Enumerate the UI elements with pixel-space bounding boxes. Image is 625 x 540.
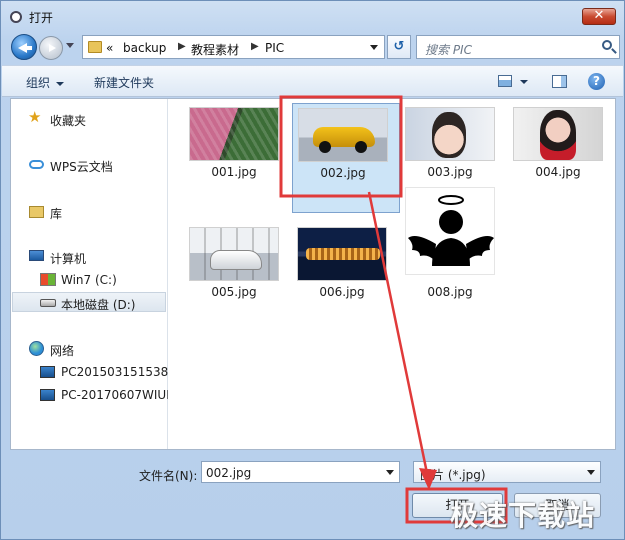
image-thumbnail bbox=[405, 187, 495, 275]
file-item[interactable]: 001.jpg bbox=[184, 103, 292, 213]
computer-icon bbox=[29, 250, 44, 261]
chevron-down-icon[interactable] bbox=[386, 470, 394, 475]
sidebar-item-drive-c[interactable]: Win7 (C:) bbox=[39, 270, 164, 290]
file-item[interactable]: 005.jpg bbox=[184, 223, 292, 333]
library-icon bbox=[29, 206, 44, 218]
image-thumbnail bbox=[189, 227, 279, 281]
sidebar-item-wps-cloud[interactable]: WPS云文档 bbox=[28, 155, 158, 175]
network-computer-icon bbox=[40, 366, 55, 378]
car-image bbox=[313, 127, 375, 153]
portrait-image bbox=[432, 112, 466, 158]
filename-value: 002.jpg bbox=[206, 466, 252, 480]
help-icon[interactable]: ? bbox=[588, 73, 605, 90]
recent-locations-dropdown-icon[interactable] bbox=[66, 43, 74, 48]
chevron-down-icon[interactable] bbox=[587, 470, 595, 475]
file-item[interactable]: 002.jpg bbox=[292, 103, 400, 213]
breadcrumb-pic[interactable]: PIC bbox=[265, 41, 284, 55]
search-input[interactable]: 搜索 PIC bbox=[416, 35, 620, 59]
sidebar-item-network-host[interactable]: PC201503151538 bbox=[39, 362, 168, 382]
sidebar-item-network-host[interactable]: PC-20170607WIUN bbox=[39, 385, 168, 405]
sidebar-item-computer[interactable]: 计算机 bbox=[28, 247, 158, 267]
breadcrumb-separator-icon[interactable]: ▶ bbox=[251, 41, 259, 52]
sidebar-item-favorites[interactable]: ★ 收藏夹 bbox=[28, 109, 158, 129]
file-name: 008.jpg bbox=[427, 285, 473, 299]
search-icon[interactable] bbox=[602, 40, 612, 50]
file-item[interactable]: 008.jpg bbox=[400, 183, 508, 299]
folder-icon bbox=[88, 41, 102, 53]
portrait-image bbox=[540, 110, 576, 160]
angel-icon bbox=[408, 195, 494, 266]
file-item[interactable]: 004.jpg bbox=[508, 103, 616, 213]
new-folder-button[interactable]: 新建文件夹 bbox=[94, 74, 154, 91]
breadcrumb-backup[interactable]: backup bbox=[123, 41, 166, 55]
cloud-icon bbox=[29, 160, 44, 169]
browser-area: ★ 收藏夹 WPS云文档 库 计算机 Win7 (C:) 本地磁盘 (D:) 网… bbox=[10, 98, 616, 450]
caret-down-icon bbox=[56, 81, 65, 86]
image-thumbnail bbox=[513, 107, 603, 161]
image-thumbnail bbox=[298, 108, 388, 162]
image-thumbnail bbox=[189, 107, 279, 161]
file-name: 002.jpg bbox=[320, 166, 366, 180]
chevron-down-icon[interactable] bbox=[370, 45, 378, 50]
breadcrumb-tutorial[interactable]: 教程素材 bbox=[191, 41, 239, 58]
file-name: 006.jpg bbox=[319, 285, 365, 299]
refresh-icon[interactable]: ↺ bbox=[387, 35, 411, 59]
organize-menu[interactable]: 组织 bbox=[26, 74, 65, 91]
forward-arrow-icon[interactable] bbox=[39, 36, 63, 60]
app-icon bbox=[10, 11, 22, 23]
file-name: 005.jpg bbox=[211, 285, 257, 299]
file-list[interactable]: 001.jpg 002.jpg 003.jpg 004.jpg 005.jpg … bbox=[169, 99, 615, 449]
navigation-pane[interactable]: ★ 收藏夹 WPS云文档 库 计算机 Win7 (C:) 本地磁盘 (D:) 网… bbox=[11, 99, 168, 449]
breadcrumb-overflow[interactable]: « bbox=[106, 41, 113, 55]
breadcrumb-separator-icon[interactable]: ▶ bbox=[178, 41, 186, 52]
change-view-icon[interactable] bbox=[498, 75, 512, 87]
image-thumbnail bbox=[297, 227, 387, 281]
file-name: 004.jpg bbox=[535, 165, 581, 179]
navigation-bar: « backup ▶ 教程素材 ▶ PIC ↺ 搜索 PIC bbox=[7, 33, 620, 61]
close-button[interactable]: ✕ bbox=[582, 8, 616, 25]
command-toolbar: 组织 新建文件夹 ? bbox=[2, 65, 623, 97]
preview-pane-icon[interactable] bbox=[552, 75, 567, 88]
filetype-value: 图片 (*.jpg) bbox=[420, 468, 486, 482]
star-icon: ★ bbox=[28, 109, 42, 126]
file-name: 003.jpg bbox=[427, 165, 473, 179]
network-icon bbox=[29, 341, 44, 356]
watermark-logo: 极速下载站 bbox=[450, 499, 596, 532]
sidebar-item-network[interactable]: 网络 bbox=[28, 339, 158, 359]
filetype-select[interactable]: 图片 (*.jpg) bbox=[413, 461, 601, 483]
file-name: 001.jpg bbox=[211, 165, 257, 179]
address-bar[interactable]: « backup ▶ 教程素材 ▶ PIC bbox=[82, 35, 385, 59]
filename-label: 文件名(N): bbox=[139, 469, 198, 483]
sidebar-item-drive-d[interactable]: 本地磁盘 (D:) bbox=[12, 292, 166, 312]
file-item[interactable]: 006.jpg bbox=[292, 223, 400, 333]
disk-drive-icon bbox=[40, 299, 56, 307]
open-file-dialog: 打开 ✕ « backup ▶ 教程素材 ▶ PIC ↺ 搜索 PIC 组织 新… bbox=[0, 0, 625, 540]
title-bar: 打开 ✕ bbox=[1, 1, 624, 31]
network-computer-icon bbox=[40, 389, 55, 401]
sidebar-item-library[interactable]: 库 bbox=[28, 202, 158, 222]
filename-input[interactable]: 002.jpg bbox=[201, 461, 400, 483]
image-thumbnail bbox=[405, 107, 495, 161]
car-image bbox=[210, 250, 262, 270]
back-arrow-icon[interactable] bbox=[11, 34, 37, 60]
search-placeholder: 搜索 PIC bbox=[425, 43, 472, 57]
windows-drive-icon bbox=[40, 273, 56, 286]
view-options-dropdown-icon[interactable] bbox=[520, 80, 528, 84]
window-title: 打开 bbox=[29, 11, 54, 25]
